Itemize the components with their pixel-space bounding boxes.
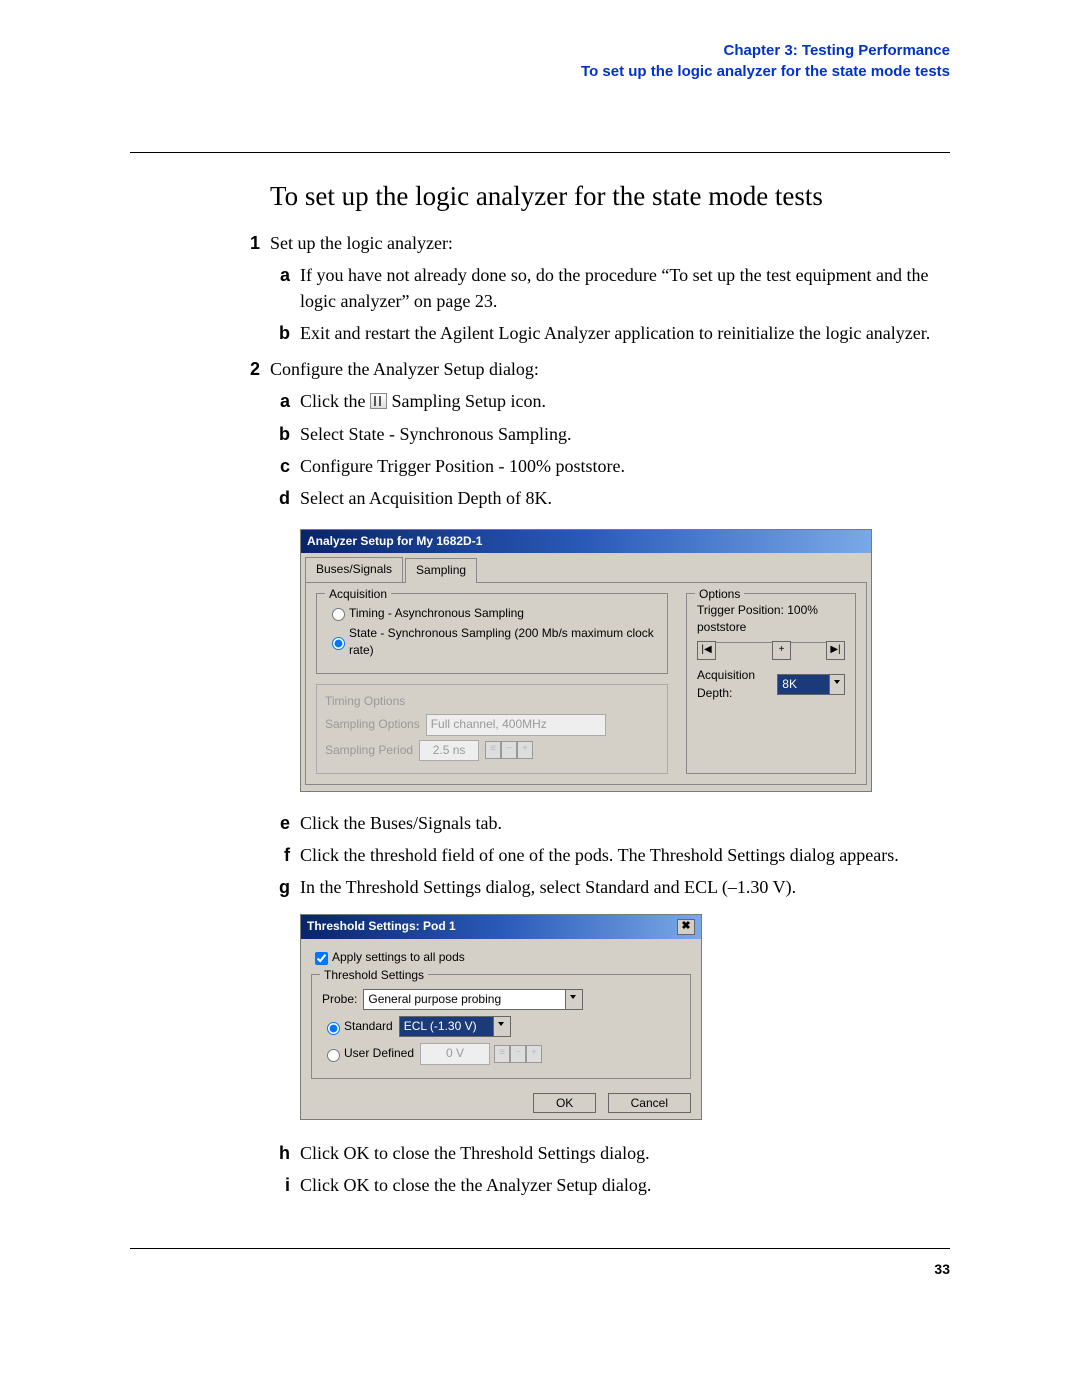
s2f-letter: f [270, 842, 290, 868]
dialog2-title: Threshold Settings: Pod 1 [307, 918, 456, 935]
apply-all-label: Apply settings to all pods [332, 949, 465, 966]
s1b-letter: b [270, 320, 290, 346]
acquisition-title: Acquisition [325, 586, 391, 603]
standard-value: ECL (-1.30 V) [404, 1019, 477, 1033]
sampling-period-inc-icon: + [517, 741, 533, 759]
s1a-text: If you have not already done so, do the … [300, 262, 950, 314]
ud-spin-icon: ≡ [494, 1045, 510, 1063]
cancel-button[interactable]: Cancel [608, 1093, 691, 1113]
header-section: To set up the logic analyzer for the sta… [130, 61, 950, 82]
trigger-position-slider[interactable]: |◀ + ▶| [697, 642, 845, 657]
s1b-text: Exit and restart the Agilent Logic Analy… [300, 320, 950, 346]
s2f-text: Click the threshold field of one of the … [300, 842, 950, 868]
chevron-down-icon [493, 1017, 510, 1036]
threshold-groupbox: Threshold Settings Probe: General purpos… [311, 974, 691, 1079]
s2i-letter: i [270, 1172, 290, 1198]
ok-button[interactable]: OK [533, 1093, 596, 1113]
s2e-letter: e [270, 810, 290, 836]
sampling-options-select: Full channel, 400MHz [426, 714, 606, 735]
user-defined-label: User Defined [344, 1045, 414, 1062]
tab-sampling[interactable]: Sampling [405, 558, 477, 582]
sampling-period-value: 2.5 ns [419, 740, 479, 761]
s2g-letter: g [270, 874, 290, 900]
sampling-options-label: Sampling Options [325, 716, 420, 733]
standard-label: Standard [344, 1018, 393, 1035]
chevron-down-icon [565, 990, 582, 1009]
rule-top [130, 152, 950, 153]
sampling-period-dec-icon: − [501, 741, 517, 759]
s2e-text: Click the Buses/Signals tab. [300, 810, 950, 836]
step-number-2: 2 [238, 356, 260, 382]
slider-end-button[interactable]: ▶| [826, 641, 845, 660]
ud-dec-icon: − [510, 1045, 526, 1063]
slider-start-button[interactable]: |◀ [697, 641, 716, 660]
chevron-down-icon [829, 675, 844, 694]
options-groupbox: Options Trigger Position: 100% poststore… [686, 593, 856, 774]
s1a-letter: a [270, 262, 290, 314]
s2d-text: Select an Acquisition Depth of 8K. [300, 485, 950, 511]
s2a-text: Click the Sampling Setup icon. [300, 388, 950, 414]
s2g-text: In the Threshold Settings dialog, select… [300, 874, 950, 900]
radio-user-defined[interactable] [327, 1049, 340, 1062]
s2b-text: Select State - Synchronous Sampling. [300, 421, 950, 447]
acq-depth-label: Acquisition Depth: [697, 667, 774, 702]
timing-options-title: Timing Options [325, 694, 405, 708]
s2a-letter: a [270, 388, 290, 414]
sampling-period-spin-icon: ≡ [485, 741, 501, 759]
sampling-setup-icon [370, 393, 387, 409]
s2a-pre: Click the [300, 391, 370, 411]
trigger-position-text: Trigger Position: 100% poststore [697, 602, 845, 637]
s2i-text: Click OK to close the the Analyzer Setup… [300, 1172, 950, 1198]
acq-depth-value: 8K [782, 677, 797, 691]
step-number-1: 1 [238, 230, 260, 256]
acquisition-groupbox: Acquisition Timing - Asynchronous Sampli… [316, 593, 668, 674]
threshold-group-title: Threshold Settings [320, 967, 428, 984]
probe-value: General purpose probing [368, 992, 501, 1006]
probe-label: Probe: [322, 991, 357, 1008]
threshold-settings-dialog: Threshold Settings: Pod 1 ✖ Apply settin… [300, 914, 702, 1120]
s2h-text: Click OK to close the Threshold Settings… [300, 1140, 950, 1166]
ud-inc-icon: + [526, 1045, 542, 1063]
analyzer-setup-dialog: Analyzer Setup for My 1682D-1 Buses/Sign… [300, 529, 872, 792]
header-chapter: Chapter 3: Testing Performance [130, 40, 950, 61]
radio-timing-label: Timing - Asynchronous Sampling [349, 605, 524, 622]
s2b-letter: b [270, 421, 290, 447]
acq-depth-combo[interactable]: 8K [777, 674, 845, 695]
s2a-post: Sampling Setup icon. [387, 391, 546, 411]
timing-options-groupbox: Timing Options Sampling Options Full cha… [316, 684, 668, 774]
s2h-letter: h [270, 1140, 290, 1166]
page-number: 33 [130, 1261, 950, 1277]
sampling-period-label: Sampling Period [325, 742, 413, 759]
s2c-text: Configure Trigger Position - 100% postst… [300, 453, 950, 479]
s2d-letter: d [270, 485, 290, 511]
probe-select[interactable]: General purpose probing [363, 989, 583, 1010]
radio-state-label: State - Synchronous Sampling (200 Mb/s m… [349, 625, 657, 660]
close-icon[interactable]: ✖ [677, 919, 695, 935]
user-defined-value: 0 V [420, 1043, 490, 1064]
apply-all-checkbox[interactable] [315, 952, 328, 965]
tab-buses-signals[interactable]: Buses/Signals [305, 557, 403, 581]
standard-combo[interactable]: ECL (-1.30 V) [399, 1016, 511, 1037]
section-title: To set up the logic analyzer for the sta… [270, 181, 950, 212]
step-2-text: Configure the Analyzer Setup dialog: [270, 356, 950, 382]
radio-timing[interactable] [332, 608, 345, 621]
s2c-letter: c [270, 453, 290, 479]
slider-center-button[interactable]: + [772, 641, 791, 660]
radio-standard[interactable] [327, 1022, 340, 1035]
dialog1-titlebar: Analyzer Setup for My 1682D-1 [301, 530, 871, 553]
step-1-text: Set up the logic analyzer: [270, 230, 950, 256]
rule-bottom [130, 1248, 950, 1249]
options-title: Options [695, 586, 744, 603]
radio-state[interactable] [332, 637, 345, 650]
